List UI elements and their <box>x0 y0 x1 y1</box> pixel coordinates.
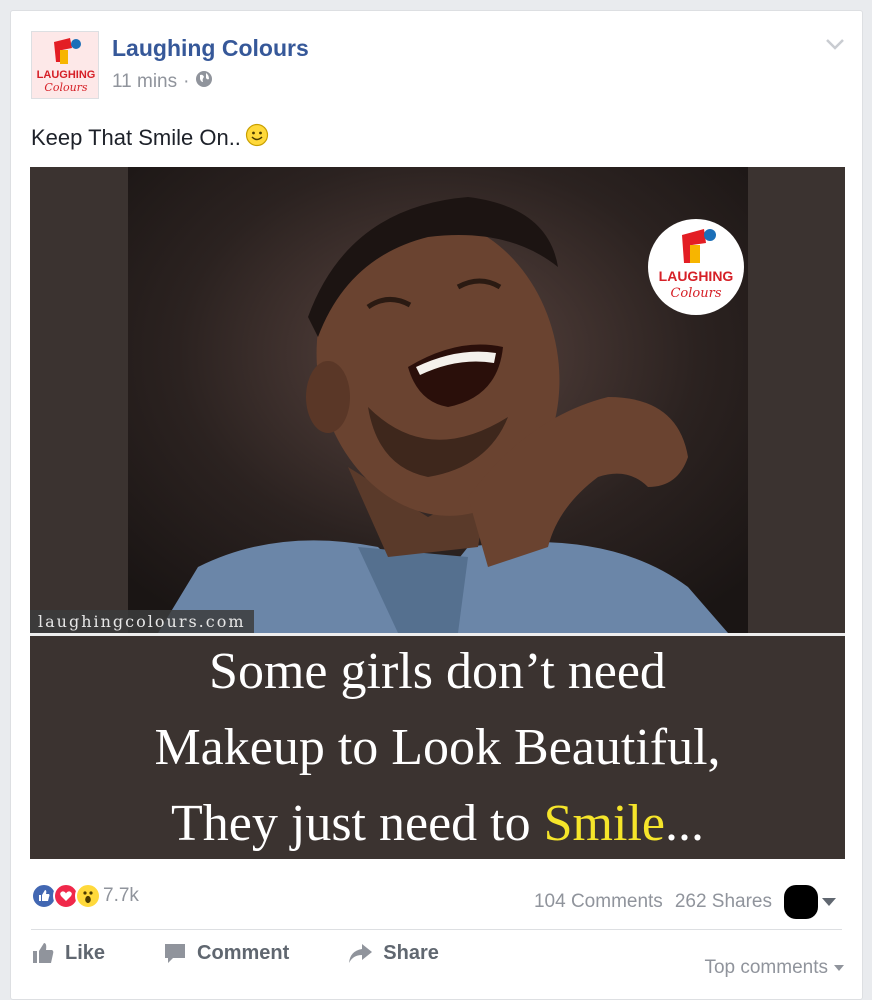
shares-count[interactable]: 262 Shares <box>675 891 772 913</box>
share-button[interactable]: Share <box>347 941 439 965</box>
like-label: Like <box>65 941 106 964</box>
caption-line-2: Makeup to Look Beautiful, <box>154 719 721 776</box>
laughing-colours-logo-badge: LAUGHING Colours <box>648 219 744 315</box>
post-message: Keep That Smile On.. <box>31 125 241 150</box>
post-meta: 11 mins · <box>112 70 213 94</box>
reactions-summary[interactable]: 7.7k <box>31 883 139 909</box>
thumbs-up-icon <box>33 943 54 963</box>
wow-reaction-icon <box>75 883 101 909</box>
top-comments-dropdown[interactable]: Top comments <box>704 957 844 979</box>
svg-text:Colours: Colours <box>670 286 721 301</box>
dropdown-caret-icon <box>834 965 844 971</box>
globe-icon <box>195 70 213 94</box>
post-actions: Like Comment Share <box>31 941 439 965</box>
post-image[interactable]: LAUGHING Colours laughingcolours.com Som… <box>30 167 845 859</box>
profile-selector-caret-icon[interactable] <box>822 898 836 906</box>
meta-separator: · <box>183 71 190 92</box>
smiley-emoji-icon <box>245 123 269 153</box>
redacted-avatar[interactable] <box>784 885 818 919</box>
share-arrow-icon <box>349 944 373 963</box>
svg-text:Colours: Colours <box>44 81 88 94</box>
caption-line-3: They just need to Smile... <box>171 786 704 859</box>
comments-count[interactable]: 104 Comments <box>534 891 663 913</box>
post-stats: 104 Comments 262 Shares <box>534 885 836 919</box>
post-text: Keep That Smile On.. <box>31 123 269 153</box>
photo-laughing-man: LAUGHING Colours <box>128 167 748 633</box>
comment-bubble-icon <box>165 944 186 963</box>
caption-line-3-prefix: They just need to <box>171 795 544 852</box>
reactions-count[interactable]: 7.7k <box>103 885 139 907</box>
share-label: Share <box>383 941 439 964</box>
comment-label: Comment <box>197 941 290 964</box>
comment-button[interactable]: Comment <box>163 941 289 965</box>
svg-text:LAUGHING: LAUGHING <box>37 69 96 81</box>
watermark-text: laughingcolours.com <box>30 610 254 634</box>
caption-highlight: Smile <box>543 795 665 852</box>
post-time[interactable]: 11 mins <box>112 71 177 93</box>
actions-divider <box>31 929 842 930</box>
top-comments-label: Top comments <box>704 957 828 978</box>
image-caption: Some girls don’t need Makeup to Look Bea… <box>30 637 845 859</box>
post-card: LAUGHING Colours Laughing Colours 11 min… <box>10 10 863 1000</box>
caption-line-1: Some girls don’t need <box>209 643 666 700</box>
post-options-chevron-icon[interactable] <box>824 33 846 55</box>
caption-line-3-suffix: ... <box>664 795 704 852</box>
svg-text:LAUGHING: LAUGHING <box>659 268 734 284</box>
page-name-link[interactable]: Laughing Colours <box>112 35 309 62</box>
page-avatar[interactable]: LAUGHING Colours <box>31 31 99 99</box>
like-button[interactable]: Like <box>31 941 105 965</box>
